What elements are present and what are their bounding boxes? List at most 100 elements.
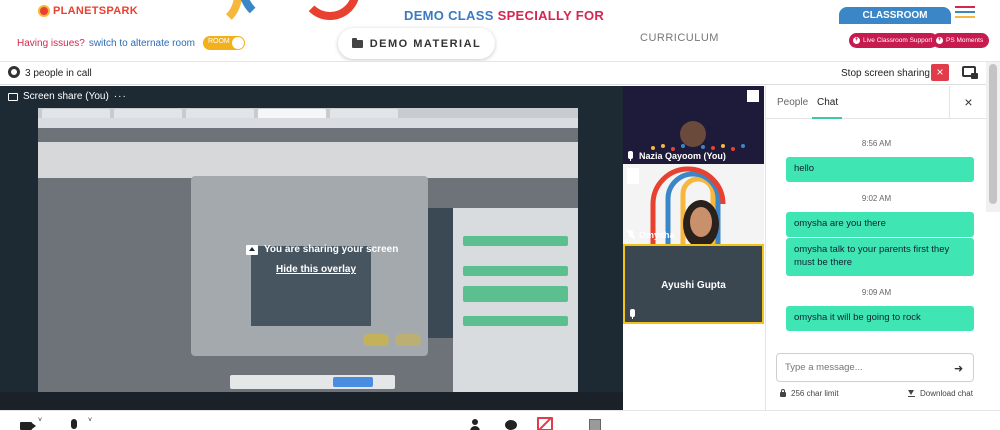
demo-material-label: DEMO MATERIAL bbox=[369, 37, 482, 50]
ps-moments-button[interactable]: + PS Moments bbox=[932, 33, 990, 48]
screen-share-title: Screen share (You) bbox=[23, 91, 109, 102]
more-options-icon[interactable]: ··· bbox=[114, 91, 127, 102]
video-tile-active-speaker[interactable]: Ayushi Gupta bbox=[623, 244, 764, 324]
shared-dialog-button bbox=[395, 334, 421, 346]
chat-panel: People Chat × 8:56 AM hello 9:02 AM omys… bbox=[765, 86, 987, 410]
lock-icon bbox=[780, 389, 786, 397]
call-bar: 3 people in call Stop screen sharing × bbox=[0, 62, 986, 85]
microphone-icon[interactable] bbox=[71, 419, 77, 429]
shared-banner bbox=[38, 142, 578, 178]
switch-room-link[interactable]: switch to alternate room bbox=[89, 38, 195, 49]
shared-tab bbox=[258, 109, 326, 118]
live-support-button[interactable]: + Live Classroom Support bbox=[849, 33, 939, 48]
decorative-arc bbox=[300, 0, 360, 20]
shared-taskbar bbox=[0, 392, 623, 410]
gear-icon[interactable] bbox=[8, 66, 20, 78]
stop-sharing-button[interactable]: × bbox=[931, 64, 949, 81]
chat-message: omysha are you there bbox=[786, 212, 974, 237]
tab-chat[interactable]: Chat bbox=[817, 97, 838, 108]
classroom-tab[interactable]: CLASSROOM bbox=[839, 7, 951, 24]
shared-tab bbox=[42, 109, 110, 118]
camera-icon[interactable] bbox=[20, 422, 36, 430]
decorative-arc bbox=[172, 0, 242, 30]
mic-off-icon bbox=[628, 230, 634, 239]
screen-share-label: Screen share (You) ··· bbox=[8, 91, 127, 102]
support-icon: + bbox=[853, 37, 860, 44]
tab-people[interactable]: People bbox=[777, 97, 808, 108]
shared-tab bbox=[186, 109, 254, 118]
layout-icon[interactable] bbox=[962, 66, 978, 79]
planetspark-logo: PLANETSPARK bbox=[38, 5, 138, 17]
char-limit-text: 256 char limit bbox=[791, 389, 839, 398]
participant-name: Ayushi Gupta bbox=[661, 280, 726, 291]
chat-message: omysha talk to your parents first they m… bbox=[786, 238, 974, 276]
live-support-label: Live Classroom Support bbox=[863, 37, 933, 44]
shared-bubble bbox=[463, 316, 568, 326]
curriculum-link[interactable]: CURRICULUM bbox=[640, 32, 719, 44]
close-chat-button[interactable]: × bbox=[949, 86, 987, 119]
room-toggle[interactable]: ROOM bbox=[202, 36, 245, 50]
chat-icon[interactable] bbox=[505, 420, 517, 430]
demo-material-button[interactable]: DEMO MATERIAL bbox=[338, 28, 495, 59]
ps-moments-label: PS Moments bbox=[946, 37, 984, 44]
message-input[interactable] bbox=[776, 353, 974, 382]
participant-name: Omysha bbox=[639, 230, 675, 240]
video-tile[interactable]: Nazia Qayoom (You) bbox=[623, 86, 764, 164]
toggle-knob bbox=[231, 37, 244, 49]
shared-page bbox=[38, 128, 578, 398]
send-icon[interactable]: ➜ bbox=[954, 362, 963, 375]
shared-stop-button bbox=[333, 377, 373, 387]
folder-icon bbox=[351, 37, 363, 48]
hide-overlay-link[interactable]: Hide this overlay bbox=[276, 264, 356, 275]
shared-stop-bar bbox=[230, 375, 395, 389]
issues-text: Having issues? bbox=[17, 37, 85, 49]
sharing-overlay-message: You are sharing your screen bbox=[246, 244, 398, 255]
shared-bubble bbox=[463, 266, 568, 276]
stop-sharing-label: Stop screen sharing bbox=[841, 68, 930, 79]
bottom-toolbar: ˅ ˅ bbox=[0, 410, 1000, 430]
shared-address-bar bbox=[38, 118, 578, 128]
tab-underline bbox=[812, 117, 842, 119]
download-chat-button[interactable]: Download chat bbox=[908, 389, 973, 398]
shared-browser-tabs bbox=[38, 108, 578, 118]
download-chat-label: Download chat bbox=[920, 389, 973, 398]
message-timestamp: 9:02 AM bbox=[861, 194, 892, 203]
char-limit: 256 char limit bbox=[780, 389, 839, 398]
chevron-down-icon[interactable]: ˅ bbox=[88, 417, 92, 424]
shared-bubble bbox=[463, 286, 568, 302]
banner-title-main: DEMO CLASS bbox=[404, 8, 498, 23]
logo-text: PLANETSPARK bbox=[53, 5, 138, 17]
people-icon[interactable] bbox=[469, 419, 481, 430]
whiteboard-icon[interactable] bbox=[589, 419, 601, 430]
page-scrollbar[interactable] bbox=[986, 62, 1000, 212]
people-count: 3 people in call bbox=[25, 68, 92, 79]
chevron-down-icon[interactable]: ˅ bbox=[38, 417, 42, 424]
shared-bubble bbox=[463, 236, 568, 246]
shared-chat bbox=[453, 208, 578, 398]
chat-tabs: People Chat × bbox=[766, 86, 987, 119]
room-toggle-label: ROOM bbox=[207, 38, 230, 45]
monitor-icon bbox=[8, 92, 18, 101]
banner-title-highlight: SPECIALLY FOR bbox=[497, 8, 605, 23]
mic-icon bbox=[628, 151, 633, 161]
top-banner: PLANETSPARK DEMO CLASS SPECIALLY FOR CLA… bbox=[0, 0, 1000, 62]
scrollbar-thumb[interactable] bbox=[989, 64, 997, 204]
shared-dialog-preview bbox=[251, 246, 371, 326]
issues-row: Having issues? switch to alternate room … bbox=[17, 36, 245, 50]
message-timestamp: 9:09 AM bbox=[861, 288, 892, 297]
chat-message: hello bbox=[786, 157, 974, 182]
moments-icon: + bbox=[936, 37, 943, 44]
share-screen-icon bbox=[246, 244, 258, 255]
participant-name: Nazia Qayoom (You) bbox=[639, 151, 726, 161]
stop-present-icon[interactable] bbox=[537, 417, 553, 430]
banner-title: DEMO CLASS SPECIALLY FOR bbox=[404, 8, 604, 23]
screen-share-area: Screen share (You) ··· You are sharing y… bbox=[0, 86, 623, 410]
download-icon bbox=[908, 389, 915, 398]
menu-icon[interactable] bbox=[955, 6, 975, 21]
overlay-message-text: You are sharing your screen bbox=[264, 244, 399, 255]
logo-icon bbox=[38, 5, 50, 17]
shared-tab bbox=[114, 109, 182, 118]
video-tile[interactable]: Omysha bbox=[623, 164, 764, 244]
shared-dialog-button bbox=[363, 334, 389, 346]
message-timestamp: 8:56 AM bbox=[861, 139, 892, 148]
